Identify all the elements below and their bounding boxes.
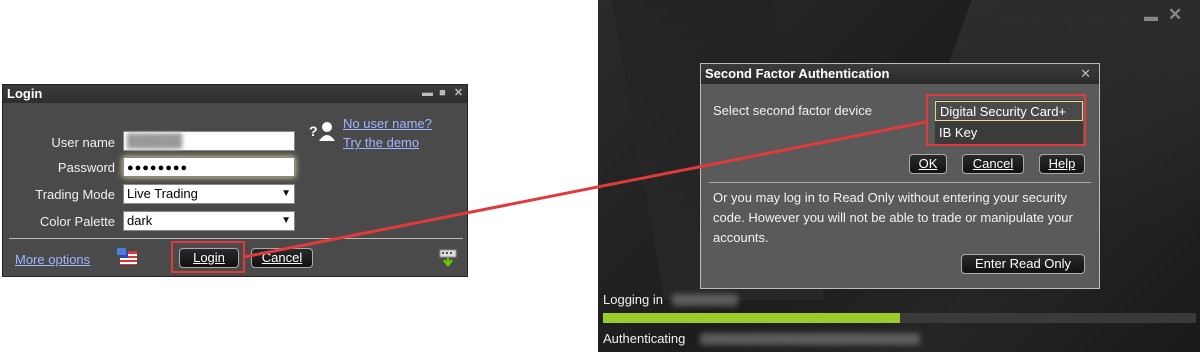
logging-in-label: Logging in — [603, 292, 663, 307]
redacted-status-detail — [700, 333, 920, 345]
authenticating-label: Authenticating — [603, 331, 686, 346]
login-progress-bar — [603, 313, 1196, 323]
annotation-connector — [243, 120, 927, 259]
redacted-username — [672, 294, 738, 306]
annotation-arrow-line — [243, 120, 927, 259]
login-progress-fill — [603, 313, 900, 323]
